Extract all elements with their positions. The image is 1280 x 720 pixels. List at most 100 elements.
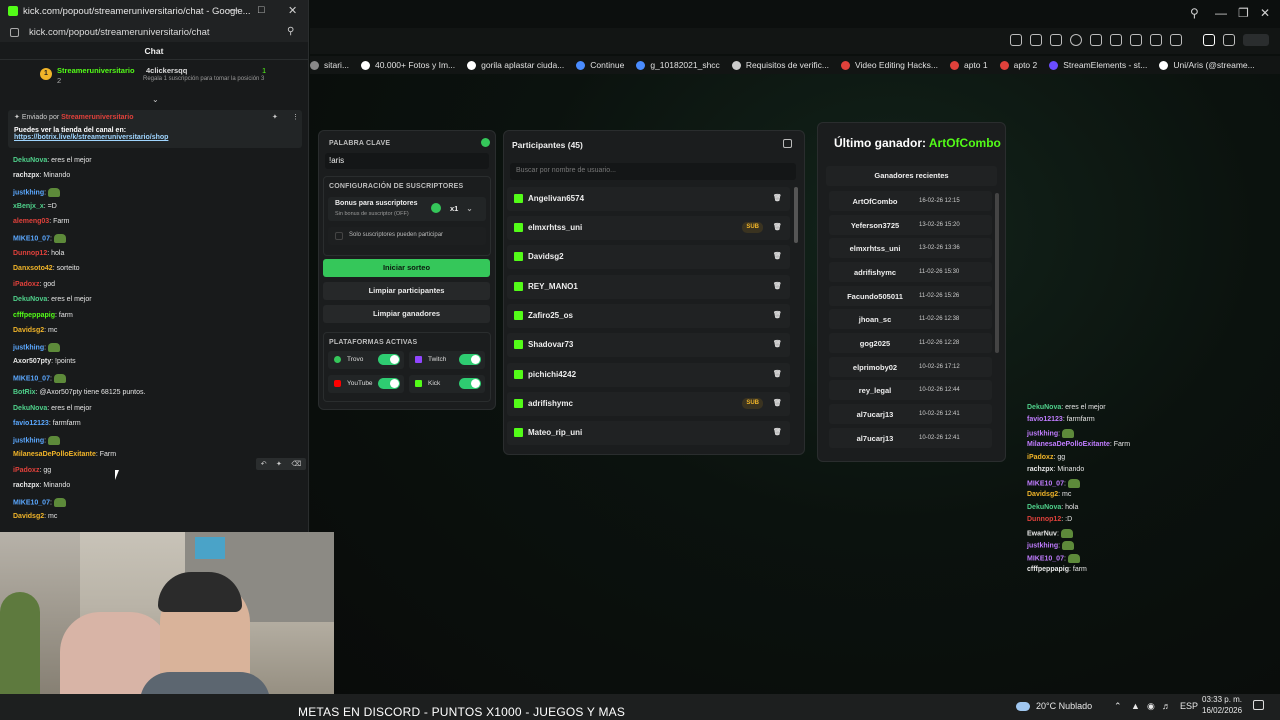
- clear-participants-button[interactable]: Limpiar participantes: [323, 282, 490, 300]
- close-icon[interactable]: ✕: [288, 4, 297, 17]
- scrollbar[interactable]: [794, 187, 798, 243]
- language-indicator[interactable]: ESP: [1180, 701, 1198, 711]
- bookmark-item[interactable]: 40.000+ Fotos y Im...: [361, 60, 455, 70]
- clear-winners-button[interactable]: Limpiar ganadores: [323, 305, 490, 323]
- network-icon[interactable]: ▲: [1131, 701, 1140, 711]
- copy-icon[interactable]: [783, 139, 792, 148]
- ai-icon[interactable]: [1243, 34, 1269, 46]
- reply-icon[interactable]: ↶: [261, 460, 267, 468]
- delete-icon[interactable]: 🗑: [773, 252, 782, 262]
- trovo-toggle[interactable]: [378, 354, 400, 365]
- winners-scrollbar[interactable]: [995, 193, 999, 353]
- participant-search-input[interactable]: Buscar por nombre de usuario...: [510, 163, 796, 180]
- second-name[interactable]: 4clickersqq: [146, 66, 187, 75]
- download-icon[interactable]: [1130, 34, 1142, 46]
- participant-row[interactable]: Angelivan6574 🗑: [507, 187, 790, 211]
- participant-row[interactable]: Zafiro25_os 🗑: [507, 304, 790, 328]
- participant-row[interactable]: elmxrhtss_uni SUB 🗑: [507, 216, 790, 240]
- chat-username[interactable]: MIKE10_07: [13, 499, 50, 506]
- chevron-up-icon[interactable]: ⌃: [1114, 701, 1122, 712]
- bookmark-item[interactable]: Video Editing Hacks...: [840, 60, 938, 70]
- volume-icon[interactable]: ♬: [1162, 701, 1171, 711]
- chat-username[interactable]: MIKE10_07: [13, 375, 50, 382]
- delete-icon[interactable]: ⌫: [291, 460, 301, 468]
- delete-icon[interactable]: 🗑: [773, 340, 782, 350]
- clock-date[interactable]: 16/02/2026: [1202, 706, 1242, 715]
- bonus-info-icon[interactable]: [431, 203, 441, 213]
- search-icon[interactable]: ⚲: [1190, 6, 1199, 20]
- multiplier-select[interactable]: x1 ⌄: [446, 201, 478, 215]
- minimize-icon[interactable]: —: [1215, 6, 1227, 20]
- delete-icon[interactable]: 🗑: [773, 370, 782, 380]
- clock-time[interactable]: 03:33 p. m.: [1202, 695, 1242, 704]
- info-icon[interactable]: [481, 138, 490, 147]
- restore-icon[interactable]: □: [258, 4, 265, 16]
- lock-icon[interactable]: [1170, 34, 1182, 46]
- participant-row[interactable]: pichichi4242 🗑: [507, 363, 790, 387]
- chat-username[interactable]: alemeng03: [13, 218, 49, 225]
- expand-icon[interactable]: ⌄: [152, 95, 159, 104]
- shield-icon[interactable]: [1070, 34, 1082, 46]
- delete-icon[interactable]: 🗑: [773, 194, 782, 204]
- participant-row[interactable]: Mateo_rip_uni 🗑: [507, 421, 790, 445]
- subs-only-row[interactable]: Solo suscriptores pueden participar: [328, 227, 486, 245]
- bookmark-item[interactable]: apto 2: [999, 60, 1037, 70]
- bookmark-item[interactable]: g_10182021_shcc: [636, 60, 720, 70]
- chat-username[interactable]: MilanesaDePolloExitante: [13, 451, 96, 458]
- chat-url-bar[interactable]: kick.com/popout/streameruniversitario/ch…: [0, 22, 308, 42]
- chat-username[interactable]: justkhing: [13, 189, 44, 196]
- bookmark-item[interactable]: gorila aplastar ciuda...: [467, 60, 564, 70]
- site-info-icon[interactable]: [10, 27, 19, 37]
- search-icon[interactable]: ⚲: [287, 26, 294, 37]
- chat-username[interactable]: cfffpeppapig: [13, 312, 55, 319]
- delete-icon[interactable]: 🗑: [773, 428, 782, 438]
- close-icon[interactable]: ✕: [1260, 6, 1270, 20]
- chat-username[interactable]: Axor507pty: [13, 358, 51, 365]
- chat-username[interactable]: Davidsg2: [13, 513, 44, 520]
- chat-username[interactable]: xBenjx_x: [13, 203, 44, 210]
- bookmark-item[interactable]: Uni/Aris (@streame...: [1159, 60, 1255, 70]
- chat-username[interactable]: rachzpx: [13, 482, 39, 489]
- minimize-icon[interactable]: —: [228, 4, 239, 16]
- chat-username[interactable]: DekuNova: [13, 405, 47, 412]
- chat-username[interactable]: DekuNova: [13, 296, 47, 303]
- chat-username[interactable]: favio12123: [13, 420, 49, 427]
- zoom-icon[interactable]: [1010, 34, 1022, 46]
- edit-icon[interactable]: [1030, 34, 1042, 46]
- bookmark-item[interactable]: Requisitos de verific...: [731, 60, 829, 70]
- delete-icon[interactable]: 🗑: [773, 223, 782, 233]
- chat-username[interactable]: Danxsoto42: [13, 265, 53, 272]
- delete-icon[interactable]: 🗑: [773, 282, 782, 292]
- keyword-input[interactable]: !aris: [325, 153, 489, 169]
- chat-username[interactable]: Dunnop12: [13, 250, 47, 257]
- subs-only-checkbox[interactable]: [335, 232, 343, 240]
- chat-username[interactable]: DekuNova: [13, 157, 47, 164]
- chat-username[interactable]: justkhing: [13, 344, 44, 351]
- chat-username[interactable]: BotRix: [13, 389, 36, 396]
- weather-text[interactable]: 20°C Nublado: [1036, 701, 1092, 711]
- leader-name[interactable]: Streameruniversitario: [57, 66, 135, 75]
- extension-icon[interactable]: [1203, 34, 1215, 46]
- participant-row[interactable]: adrifishymc SUB 🗑: [507, 392, 790, 416]
- notification-icon[interactable]: [1253, 700, 1264, 710]
- youtube-toggle[interactable]: [378, 378, 400, 389]
- camera-icon[interactable]: [1050, 34, 1062, 46]
- chat-username[interactable]: rachzpx: [13, 172, 39, 179]
- delete-icon[interactable]: 🗑: [773, 399, 782, 409]
- chat-username[interactable]: iPadoxz: [13, 467, 39, 474]
- wifi-icon[interactable]: ◉: [1147, 701, 1155, 712]
- delete-icon[interactable]: 🗑: [773, 311, 782, 321]
- chat-username[interactable]: MIKE10_07: [13, 235, 50, 242]
- menu-icon[interactable]: [1150, 34, 1162, 46]
- kick-toggle[interactable]: [459, 378, 481, 389]
- twitch-toggle[interactable]: [459, 354, 481, 365]
- bookmark-item[interactable]: Continue: [576, 60, 624, 70]
- bookmark-item[interactable]: StreamElements - st...: [1049, 60, 1147, 70]
- start-giveaway-button[interactable]: Iniciar sorteo: [323, 259, 490, 277]
- chat-username[interactable]: justkhing: [13, 437, 44, 444]
- cube-icon[interactable]: [1223, 34, 1235, 46]
- play-icon[interactable]: [1090, 34, 1102, 46]
- share-icon[interactable]: [1110, 34, 1122, 46]
- restore-icon[interactable]: ❐: [1238, 6, 1249, 20]
- bookmark-item[interactable]: apto 1: [949, 60, 988, 70]
